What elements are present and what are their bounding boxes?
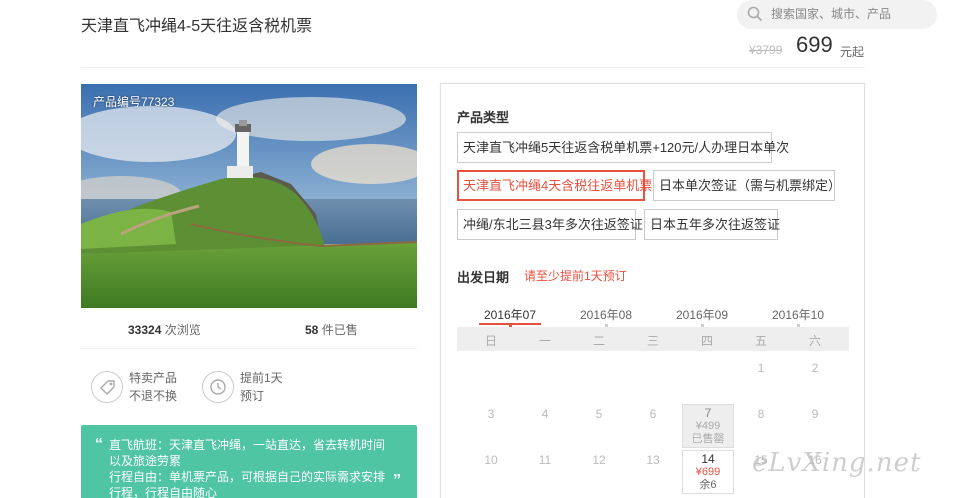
clock-icon [202,371,234,403]
highlight-line: 行程自由：单机票产品，可根据自己的实际需求安排 [109,470,386,484]
weekday-label: 二 [592,334,605,348]
weekday-label: 四 [700,334,713,348]
quote-open-icon: “ [95,436,103,453]
search-box[interactable] [737,0,937,29]
views-stat: 33324 次浏览 [128,321,201,338]
calendar-day: 10 [484,453,498,467]
calendar-day: 3 [487,407,495,421]
weekday-label: 一 [538,334,551,348]
weekday-label: 六 [808,334,821,348]
search-icon [747,6,763,22]
highlight-line: 直飞航班：天津直飞冲绳，一站直达，省去转机时间 [109,438,386,452]
weekday-label: 五 [754,334,767,348]
header-divider [81,67,865,68]
price-unit: 元起 [840,45,865,59]
calendar-day: 4 [541,407,549,421]
product-photo[interactable]: 产品编号77323 [81,84,417,308]
calendar-day: 11 [538,453,552,467]
sold-label: 件已售 [321,323,358,337]
weekday-header: 日 一 二 三 四 五 六 [457,327,849,351]
day-price: ¥499 [695,420,721,432]
product-number: 产品编号77323 [93,95,175,109]
weekday-label: 三 [646,334,659,348]
watermark-logo: eLvXing.net [752,448,922,478]
calendar-day: 1 [757,361,765,375]
calendar-day-available[interactable]: 14 ¥699 余6 [682,450,734,494]
advance-booking-note: 请至少提前1天预订 [524,269,627,283]
feature-line: 特卖产品 [129,371,178,385]
day-price: ¥699 [695,466,721,478]
feature-line: 不退不换 [129,389,178,403]
option-single-visa[interactable]: 日本单次签证（需与机票绑定） [653,170,841,201]
day-status: 余6 [699,479,717,491]
views-label: 次浏览 [164,323,201,337]
tab-month-2016-08[interactable]: 2016年08 [561,306,651,323]
views-count: 33324 [128,323,162,337]
original-price: ¥3799 [749,43,783,57]
day-number: 14 [701,452,715,466]
calendar-day-sold-out: 7 ¥499 已售罄 [682,404,734,448]
sold-count: 58 [305,323,319,337]
calendar-day: 6 [649,407,657,421]
lighthouse-image [81,84,417,308]
highlight-line: 行程，行程自由随心 [109,486,218,498]
weekday-label: 日 [484,334,497,348]
tab-month-2016-09[interactable]: 2016年09 [657,306,747,323]
option-3year-visa[interactable]: 冲绳/东北三县3年多次往返签证 [457,209,643,240]
tab-month-2016-07[interactable]: 2016年07 [465,306,555,323]
day-status: 已售罄 [691,433,725,445]
day-number: 7 [704,406,712,420]
tag-icon [91,371,123,403]
calendar-day: 12 [592,453,606,467]
feature-line: 预订 [240,389,265,403]
product-type-label: 产品类型 [457,110,510,125]
sold-stat: 58 件已售 [305,321,358,338]
calendar-day: 8 [757,407,765,421]
option-5day-ticket-visa[interactable]: 天津直飞冲绳5天往返含税单机票+120元/人办理日本单次 [457,132,789,163]
calendar-day: 5 [595,407,603,421]
highlights-box: “ 直飞航班：天津直飞冲绳，一站直达，省去转机时间 以及旅途劳累 行程自由：单机… [81,425,417,498]
current-price: 699 [796,32,833,57]
booking-panel: 产品类型 天津直飞冲绳5天往返含税单机票+120元/人办理日本单次 天津直飞冲绳… [440,83,865,498]
quote-close-icon: ” [393,472,401,489]
feature-line: 提前1天 [240,371,283,385]
page-title: 天津直飞冲绳4-5天往返含税机票 [81,18,313,35]
calendar-day: 9 [811,407,819,421]
search-input[interactable] [771,5,921,23]
stats-divider [81,348,417,349]
option-4day-ticket[interactable]: 天津直飞冲绳4天含税往返单机票 [457,170,652,201]
calendar-day: 2 [811,361,819,375]
departure-date-label: 出发日期 [457,270,510,285]
calendar-day: 13 [646,453,660,467]
option-5year-visa[interactable]: 日本五年多次往返签证 [644,209,780,240]
highlight-line: 以及旅途劳累 [109,454,182,468]
tab-month-2016-10[interactable]: 2016年10 [753,306,843,323]
